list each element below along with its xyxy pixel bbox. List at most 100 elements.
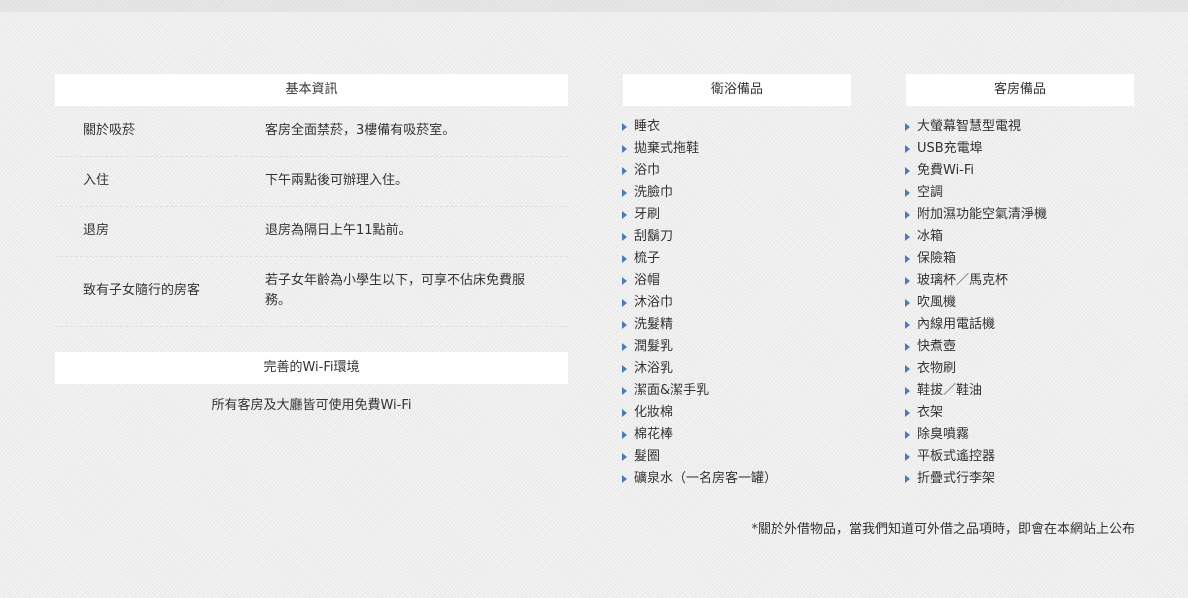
triangle-right-icon bbox=[622, 475, 627, 483]
bath-amenities-title: 衛浴備品 bbox=[710, 82, 763, 97]
list-item-label: 梳子 bbox=[634, 251, 661, 266]
list-item: 睡衣 bbox=[622, 116, 777, 138]
triangle-right-icon bbox=[905, 189, 910, 197]
triangle-right-icon bbox=[905, 343, 910, 351]
list-item-label: 潤髮乳 bbox=[634, 339, 674, 354]
list-item: 除臭噴霧 bbox=[905, 424, 1047, 446]
list-item: 牙刷 bbox=[622, 204, 777, 226]
info-row-value: 退房為隔日上午11點前。 bbox=[265, 223, 412, 238]
triangle-right-icon bbox=[905, 145, 910, 153]
list-item-label: 快煮壺 bbox=[917, 339, 957, 354]
room-amenities-title: 客房備品 bbox=[993, 82, 1046, 97]
triangle-right-icon bbox=[905, 453, 910, 461]
list-item-label: 吹風機 bbox=[917, 295, 957, 310]
list-item-label: USB充電埠 bbox=[917, 141, 983, 156]
list-item: 保險箱 bbox=[905, 248, 1047, 270]
list-item: 礦泉水（一名房客一罐） bbox=[622, 468, 777, 490]
triangle-right-icon bbox=[622, 255, 627, 263]
list-item-label: 保險箱 bbox=[917, 251, 957, 266]
list-item: 拋棄式拖鞋 bbox=[622, 138, 777, 160]
triangle-right-icon bbox=[622, 453, 627, 461]
list-item: 沐浴巾 bbox=[622, 292, 777, 314]
list-item-label: 鞋拔／鞋油 bbox=[917, 383, 983, 398]
info-row-label: 致有子女隨行的房客 bbox=[83, 283, 201, 298]
basic-info-title: 基本資訊 bbox=[285, 82, 338, 97]
info-row-label: 關於吸菸 bbox=[83, 123, 136, 138]
list-item: 免費Wi-Fi bbox=[905, 160, 1047, 182]
list-item-label: 冰箱 bbox=[917, 229, 944, 244]
info-row-value: 若子女年齡為小學生以下，可享不佔床免費服務。 bbox=[265, 273, 526, 308]
triangle-right-icon bbox=[905, 299, 910, 307]
info-row-checkout: 退房 退房為隔日上午11點前。 bbox=[55, 221, 568, 241]
bath-amenities-list: 睡衣拋棄式拖鞋浴巾洗臉巾牙刷刮鬍刀梳子浴帽沐浴巾洗髮精潤髮乳沐浴乳潔面&潔手乳化… bbox=[622, 116, 777, 490]
triangle-right-icon bbox=[622, 299, 627, 307]
info-row-children: 致有子女隨行的房客 若子女年齡為小學生以下，可享不佔床免費服務。 bbox=[55, 271, 568, 311]
room-amenities-list: 大螢幕智慧型電視 USB充電埠 免費Wi-Fi 空調 附加濕功能空氣清淨機 冰箱 保險箱 玻璃… bbox=[905, 116, 1047, 490]
list-item: 玻璃杯／馬克杯 bbox=[905, 270, 1047, 292]
room-amenities-header: 客房備品 bbox=[906, 74, 1134, 106]
list-item: 折疊式行李架 bbox=[905, 468, 1047, 490]
list-item: 大螢幕智慧型電視 bbox=[905, 116, 1047, 138]
list-item-label: 洗髮精 bbox=[634, 317, 674, 332]
wifi-header: 完善的Wi-Fi環境 bbox=[55, 352, 568, 384]
row-divider bbox=[55, 206, 568, 207]
list-item-label: 折疊式行李架 bbox=[917, 471, 996, 486]
list-item-label: 浴巾 bbox=[634, 163, 661, 178]
list-item: 潤髮乳 bbox=[622, 336, 777, 358]
triangle-right-icon bbox=[622, 189, 627, 197]
list-item-label: 浴帽 bbox=[634, 273, 661, 288]
list-item: 洗髮精 bbox=[622, 314, 777, 336]
list-item-label: 化妝棉 bbox=[634, 405, 674, 420]
triangle-right-icon bbox=[622, 409, 627, 417]
list-item-label: 沐浴乳 bbox=[634, 361, 674, 376]
list-item: 浴巾 bbox=[622, 160, 777, 182]
row-divider bbox=[55, 326, 568, 327]
list-item: 衣物刷 bbox=[905, 358, 1047, 380]
list-item-label: 衣物刷 bbox=[917, 361, 957, 376]
triangle-right-icon bbox=[622, 343, 627, 351]
footnote: *關於外借物品，當我們知道可外借之品項時，即會在本網站上公布 bbox=[751, 522, 1135, 537]
triangle-right-icon bbox=[622, 277, 627, 285]
list-item-label: 髮圈 bbox=[634, 449, 661, 464]
row-divider bbox=[55, 256, 568, 257]
list-item: 潔面&潔手乳 bbox=[622, 380, 777, 402]
triangle-right-icon bbox=[905, 167, 910, 175]
list-item-label: 刮鬍刀 bbox=[634, 229, 674, 244]
list-item-label: 附加濕功能空氣清淨機 bbox=[917, 207, 1048, 222]
triangle-right-icon bbox=[905, 123, 910, 131]
list-item-label: 除臭噴霧 bbox=[917, 427, 970, 442]
list-item: 吹風機 bbox=[905, 292, 1047, 314]
triangle-right-icon bbox=[622, 233, 627, 241]
list-item: 刮鬍刀 bbox=[622, 226, 777, 248]
triangle-right-icon bbox=[622, 387, 627, 395]
list-item: 內線用電話機 bbox=[905, 314, 1047, 336]
triangle-right-icon bbox=[905, 277, 910, 285]
triangle-right-icon bbox=[905, 475, 910, 483]
list-item: 平板式遙控器 bbox=[905, 446, 1047, 468]
list-item: USB充電埠 bbox=[905, 138, 1047, 160]
list-item-label: 拋棄式拖鞋 bbox=[634, 141, 700, 156]
row-divider bbox=[55, 156, 568, 157]
list-item: 洗臉巾 bbox=[622, 182, 777, 204]
wifi-title: 完善的Wi-Fi環境 bbox=[263, 360, 360, 375]
list-item: 化妝棉 bbox=[622, 402, 777, 424]
info-row-label: 入住 bbox=[83, 173, 110, 188]
list-item-label: 牙刷 bbox=[634, 207, 661, 222]
list-item: 衣架 bbox=[905, 402, 1047, 424]
list-item: 沐浴乳 bbox=[622, 358, 777, 380]
triangle-right-icon bbox=[622, 211, 627, 219]
top-strip bbox=[0, 0, 1188, 12]
triangle-right-icon bbox=[905, 365, 910, 373]
triangle-right-icon bbox=[905, 233, 910, 241]
list-item-label: 內線用電話機 bbox=[917, 317, 996, 332]
triangle-right-icon bbox=[622, 365, 627, 373]
bath-amenities-header: 衛浴備品 bbox=[623, 74, 851, 106]
list-item-label: 洗臉巾 bbox=[634, 185, 674, 200]
list-item-label: 衣架 bbox=[917, 405, 944, 420]
info-row-value: 客房全面禁菸，3樓備有吸菸室。 bbox=[265, 123, 456, 138]
triangle-right-icon bbox=[622, 145, 627, 153]
triangle-right-icon bbox=[905, 211, 910, 219]
triangle-right-icon bbox=[905, 387, 910, 395]
list-item-label: 玻璃杯／馬克杯 bbox=[917, 273, 1009, 288]
triangle-right-icon bbox=[622, 431, 627, 439]
